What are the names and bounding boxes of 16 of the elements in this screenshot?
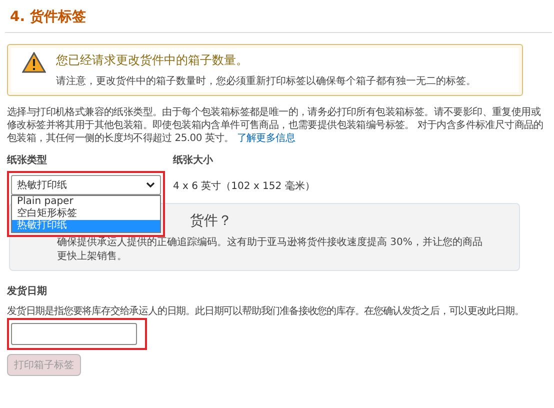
- info-title: 货件？: [190, 213, 232, 229]
- ship-date-description: 发货日期是指您要将库存交给承运人的日期。此日期可以帮助我们准备接收您的库存。在您确认发货之后，可以更改此日期。: [7, 304, 526, 318]
- ship-date-label: 发货日期: [7, 286, 47, 297]
- chevron-icon: [146, 182, 155, 188]
- alert-title: 您已经请求更改货件中的箱子数量。: [56, 52, 249, 69]
- instructions-text: 选择与打印机格式兼容的纸张类型。由于每个包装箱标签都是唯一的，请务必打印所有包装箱标签。请不要影印、重复使用或修改标签并将其用于其他包装箱。即使包装箱内含单件可售商品，也需要提供包装箱编号标签。 对于内含多件标准尺寸商品的包装箱，其任何一侧的长度均不得超过 25.00 英寸。 了解更多信息: [7, 106, 544, 145]
- paper-size-label: 纸张大小: [173, 154, 214, 167]
- section-title: 4. 货件标签: [5, 8, 552, 33]
- alert-text: 请注意，更改货件中的箱子数量时，您必须重新打印标签以确保每个箱子都有独一无二的标签。: [56, 74, 476, 88]
- info-text: 确保提供承运人提供的正确追踪编码。这有助于亚马逊将货件接收速度提高 30%，并让您的商品更快上架销售。: [57, 236, 484, 264]
- ship-date-field[interactable]: [11, 323, 137, 345]
- paper-type-select[interactable]: 热敏打印纸: [11, 175, 161, 195]
- paper-type-label: 纸张类型: [7, 154, 48, 167]
- paper-size-value: 4 x 6 英寸（102 x 152 毫米）: [173, 180, 315, 193]
- learn-more-link[interactable]: 了解更多信息: [236, 133, 295, 144]
- warning-icon: [22, 52, 46, 73]
